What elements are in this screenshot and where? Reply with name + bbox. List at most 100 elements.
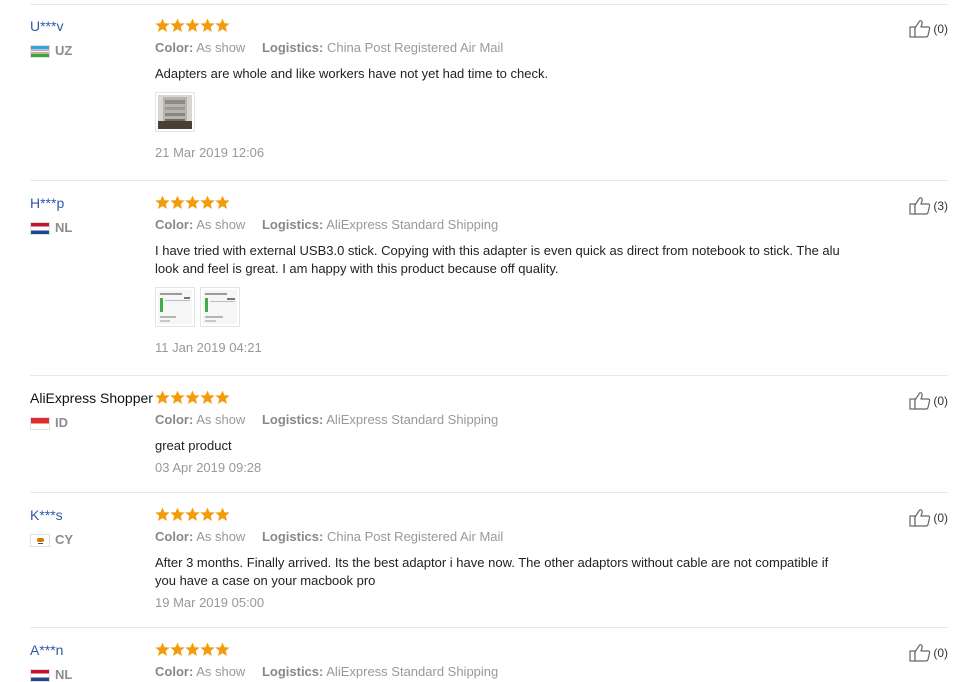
star-icon [185, 642, 200, 656]
logistics-value: AliExpress Standard Shipping [326, 664, 499, 679]
star-rating [155, 18, 845, 34]
color-label: Color: [155, 664, 194, 679]
review-meta: Color: As show Logistics: AliExpress Sta… [155, 217, 845, 233]
review-meta: Color: As show Logistics: AliExpress Sta… [155, 664, 845, 680]
thumbs-up-icon [909, 197, 931, 215]
review-text: After 3 months. Finally arrived. Its the… [155, 555, 829, 588]
star-icon [170, 18, 185, 32]
star-rating [155, 642, 845, 658]
country-code: UZ [55, 43, 73, 58]
review-photos [155, 92, 845, 132]
review-date: 21 Mar 2019 12:06 [155, 145, 265, 160]
country-code: NL [55, 667, 73, 682]
star-icon [170, 642, 185, 656]
reviewer-info: AliExpress Shopper ID [30, 390, 160, 430]
review-photo-thumbnail[interactable] [155, 287, 195, 327]
reviewer-country: UZ [30, 44, 160, 58]
review-content: Color: As show Logistics: AliExpress Sta… [155, 195, 845, 356]
logistics-value: AliExpress Standard Shipping [326, 412, 499, 427]
star-icon [155, 390, 170, 404]
logistics-label: Logistics: [261, 40, 324, 55]
country-code: ID [55, 415, 68, 430]
reviewer-country: NL [30, 221, 160, 235]
star-icon [170, 390, 185, 404]
reviewer-country: CY [30, 533, 160, 547]
logistics-value: China Post Registered Air Mail [326, 529, 504, 544]
star-icon [185, 390, 200, 404]
review-text: Adapters are whole and like workers have… [155, 66, 549, 81]
helpful-count: (0) [933, 645, 948, 660]
thumbs-up-icon [909, 644, 931, 662]
color-value: As show [196, 217, 246, 232]
star-icon [200, 390, 215, 404]
logistics-label: Logistics: [261, 412, 324, 427]
reviewer-info: H***p NL [30, 195, 160, 235]
review-content: Color: As show Logistics: AliExpress Sta… [155, 390, 845, 476]
helpful-count: (3) [933, 198, 948, 213]
flag-cy-icon [30, 533, 50, 547]
reviewer-info: A***n NL [30, 642, 160, 682]
reviewer-name[interactable]: U***v [30, 18, 160, 34]
star-icon [185, 18, 200, 32]
color-label: Color: [155, 217, 194, 232]
star-icon [155, 195, 170, 209]
flag-id-icon [30, 416, 50, 430]
reviewer-name[interactable]: A***n [30, 642, 160, 658]
helpful-button[interactable]: (3) [909, 196, 948, 215]
reviewer-info: U***v UZ [30, 18, 160, 58]
review-item: H***p NL Color: As show Logistics: AliEx… [30, 195, 948, 376]
review-date: 19 Mar 2019 05:00 [155, 595, 265, 610]
review-photo-thumbnail[interactable] [155, 92, 195, 132]
color-label: Color: [155, 529, 194, 544]
photo-adapters-icon [158, 95, 192, 129]
helpful-button[interactable]: (0) [909, 391, 948, 410]
reviewer-name[interactable]: K***s [30, 507, 160, 523]
color-label: Color: [155, 412, 194, 427]
review-content: Color: As show Logistics: China Post Reg… [155, 507, 845, 611]
star-icon [185, 507, 200, 521]
star-icon [215, 390, 230, 404]
photo-screenshot-icon [158, 290, 192, 324]
country-code: NL [55, 220, 73, 235]
helpful-button[interactable]: (0) [909, 19, 948, 38]
review-content: Color: As show Logistics: China Post Reg… [155, 18, 845, 161]
color-value: As show [196, 40, 246, 55]
reviewer-info: K***s CY [30, 507, 160, 547]
review-photos [155, 287, 845, 327]
color-value: As show [196, 529, 246, 544]
star-icon [200, 642, 215, 656]
color-label: Color: [155, 40, 194, 55]
reviewer-country: ID [30, 416, 160, 430]
helpful-button[interactable]: (0) [909, 643, 948, 662]
review-photo-thumbnail[interactable] [200, 287, 240, 327]
logistics-value: China Post Registered Air Mail [326, 40, 504, 55]
flag-nl-icon [30, 221, 50, 235]
star-icon [155, 18, 170, 32]
thumbs-up-icon [909, 392, 931, 410]
country-code: CY [55, 532, 74, 547]
star-rating [155, 390, 845, 406]
logistics-label: Logistics: [261, 529, 324, 544]
helpful-count: (0) [933, 510, 948, 525]
star-icon [155, 642, 170, 656]
helpful-count: (0) [933, 393, 948, 408]
logistics-label: Logistics: [261, 664, 324, 679]
review-item: K***s CY Color: As show Logistics: China… [30, 507, 948, 628]
review-content: Color: As show Logistics: AliExpress Sta… [155, 642, 845, 680]
thumbs-up-icon [909, 20, 931, 38]
star-icon [170, 195, 185, 209]
review-item: A***n NL Color: As show Logistics: AliEx… [30, 642, 948, 682]
reviewer-name[interactable]: H***p [30, 195, 160, 211]
review-item: U***v UZ Color: As show Logistics: China… [30, 18, 948, 181]
star-icon [215, 195, 230, 209]
helpful-button[interactable]: (0) [909, 508, 948, 527]
review-text: great product [155, 438, 232, 453]
star-icon [185, 195, 200, 209]
logistics-value: AliExpress Standard Shipping [326, 217, 499, 232]
star-rating [155, 507, 845, 523]
review-date: 03 Apr 2019 09:28 [155, 460, 262, 475]
top-divider [30, 4, 948, 5]
color-value: As show [196, 664, 246, 679]
reviewer-name: AliExpress Shopper [30, 390, 153, 406]
review-meta: Color: As show Logistics: AliExpress Sta… [155, 412, 845, 428]
